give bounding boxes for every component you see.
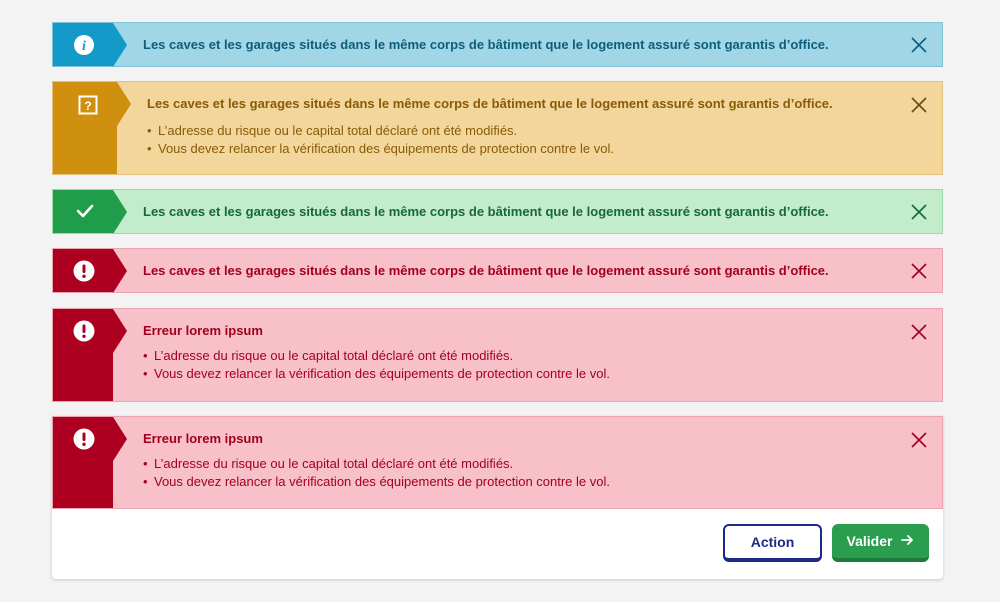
exclamation-icon bbox=[73, 428, 95, 455]
close-icon[interactable] bbox=[910, 431, 928, 449]
close-icon[interactable] bbox=[910, 262, 928, 280]
close-icon[interactable] bbox=[910, 323, 928, 341]
alert-title: Les caves et les garages situés dans le … bbox=[143, 37, 829, 52]
alert-badge: ? bbox=[53, 82, 131, 174]
alert-badge bbox=[53, 249, 127, 293]
alert-title: Les caves et les garages situés dans le … bbox=[143, 263, 829, 278]
close-icon[interactable] bbox=[910, 203, 928, 221]
info-icon: i bbox=[73, 34, 95, 61]
info-alert: i Les caves et les garages situés dans l… bbox=[52, 22, 943, 67]
error-alert: Erreur lorem ipsum L’adresse du risque o… bbox=[52, 308, 943, 402]
alert-badge bbox=[53, 309, 127, 401]
valider-button[interactable]: Valider bbox=[832, 524, 929, 562]
exclamation-icon bbox=[73, 320, 95, 347]
close-icon[interactable] bbox=[910, 36, 928, 54]
dialog-panel: Erreur lorem ipsum L’adresse du risque o… bbox=[52, 416, 943, 579]
action-button[interactable]: Action bbox=[723, 524, 822, 562]
question-icon: ? bbox=[78, 95, 98, 120]
success-alert: Les caves et les garages situés dans le … bbox=[52, 189, 943, 234]
warning-alert: ? Les caves et les garages situés dans l… bbox=[52, 81, 943, 175]
alert-list: L’adresse du risque ou le capital total … bbox=[143, 347, 942, 383]
alert-title: Les caves et les garages situés dans le … bbox=[143, 204, 829, 219]
alert-list: L’adresse du risque ou le capital total … bbox=[147, 122, 942, 158]
close-icon[interactable] bbox=[910, 96, 928, 114]
list-item: Vous devez relancer la vérification des … bbox=[147, 140, 942, 158]
alert-list: L’adresse du risque ou le capital total … bbox=[143, 455, 942, 491]
alert-title: Erreur lorem ipsum bbox=[143, 431, 263, 446]
checkmark-icon bbox=[75, 201, 95, 226]
error-alert: Les caves et les garages situés dans le … bbox=[52, 248, 943, 293]
exclamation-icon bbox=[73, 260, 95, 287]
list-item: Vous devez relancer la vérification des … bbox=[143, 365, 942, 383]
valider-button-label: Valider bbox=[846, 533, 893, 549]
svg-text:?: ? bbox=[84, 99, 91, 113]
alert-title: Les caves et les garages situés dans le … bbox=[147, 96, 833, 111]
alert-badge bbox=[53, 417, 127, 508]
list-item: L’adresse du risque ou le capital total … bbox=[147, 122, 942, 140]
alert-title: Erreur lorem ipsum bbox=[143, 323, 263, 338]
alert-badge bbox=[53, 190, 127, 234]
action-button-label: Action bbox=[750, 534, 795, 550]
list-item: Vous devez relancer la vérification des … bbox=[143, 473, 942, 491]
alert-badge: i bbox=[53, 23, 127, 67]
arrow-right-icon bbox=[901, 533, 914, 549]
svg-text:i: i bbox=[82, 39, 86, 54]
error-alert: Erreur lorem ipsum L’adresse du risque o… bbox=[52, 416, 943, 509]
list-item: L’adresse du risque ou le capital total … bbox=[143, 347, 942, 365]
list-item: L’adresse du risque ou le capital total … bbox=[143, 455, 942, 473]
